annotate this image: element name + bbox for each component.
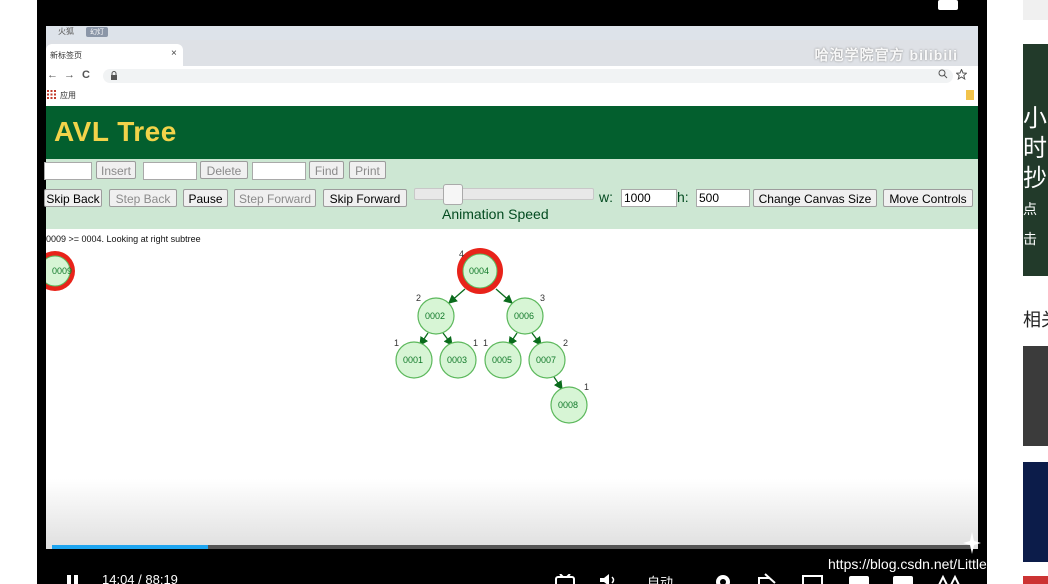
progress-fill	[52, 545, 208, 549]
folder-icon[interactable]	[966, 90, 974, 100]
controls-panel: Insert Delete Find Print Skip Back Step …	[44, 159, 978, 229]
pip-icon[interactable]	[802, 573, 824, 584]
edge-0004-0002	[448, 288, 466, 304]
sparkle-icon	[963, 532, 981, 554]
animation-speed-slider[interactable]	[414, 184, 594, 205]
insert-button[interactable]: Insert	[96, 161, 136, 179]
change-canvas-size-button[interactable]: Change Canvas Size	[753, 189, 877, 207]
page-banner: AVL Tree	[46, 106, 978, 159]
reload-icon[interactable]: C	[82, 69, 90, 81]
node-0002-label: 0002	[425, 311, 445, 321]
find-field[interactable]	[252, 162, 306, 180]
node-0006-label: 0006	[514, 311, 534, 321]
delete-field[interactable]	[143, 162, 197, 180]
print-button[interactable]: Print	[349, 161, 386, 179]
time-display: 14:04 / 88:19	[102, 572, 178, 584]
node-0007-label: 0007	[536, 355, 556, 365]
widescreen-icon[interactable]	[848, 573, 870, 584]
zoom-icon[interactable]	[938, 69, 948, 79]
width-label: w:	[599, 189, 613, 205]
skip-back-button[interactable]: Skip Back	[44, 189, 102, 207]
node-0005-height: 1	[483, 338, 488, 348]
right-sidebar: 小 时抄 点击 相关	[987, 0, 1048, 584]
related-heading: 相关	[1023, 310, 1048, 330]
node-0003-label: 0003	[447, 355, 467, 365]
edge-0007-0008	[553, 376, 563, 391]
slider-thumb[interactable]	[443, 184, 463, 205]
node-0007-height: 2	[563, 338, 568, 348]
sidebar-banner[interactable]: 小 时抄 点击	[1023, 44, 1048, 276]
node-0008-label: 0008	[558, 400, 578, 410]
insert-field[interactable]	[44, 162, 92, 180]
edge-0004-0006	[495, 288, 513, 304]
node-0008-height: 1	[584, 382, 589, 392]
address-bar: ← → C	[46, 66, 978, 87]
comment-icon[interactable]	[937, 0, 959, 12]
bilibili-tv-icon[interactable]	[555, 574, 575, 584]
height-label: h:	[677, 189, 689, 205]
node-0005-label: 0005	[492, 355, 512, 365]
forward-icon[interactable]: →	[64, 69, 75, 81]
step-back-button[interactable]: Step Back	[109, 189, 177, 207]
find-button[interactable]: Find	[309, 161, 344, 179]
related-thumb-2[interactable]	[1023, 462, 1048, 562]
web-fullscreen-icon[interactable]	[892, 573, 914, 584]
os-tab-2[interactable]: 幻灯	[86, 27, 108, 37]
bilibili-watermark: 哈泡学院官方 bilibili	[814, 47, 958, 63]
lock-icon	[111, 71, 117, 80]
pause-icon[interactable]	[65, 575, 81, 584]
animation-canvas: 0009 >= 0004. Looking at right subtree 0	[46, 229, 978, 549]
os-tab-strip: 火狐 幻灯	[46, 26, 978, 40]
banner-text-1: 小	[1023, 105, 1047, 132]
close-tab-icon[interactable]: ×	[171, 48, 177, 59]
os-tab-1[interactable]: 火狐	[58, 26, 74, 37]
node-0006-height: 3	[540, 293, 545, 303]
move-controls-button[interactable]: Move Controls	[883, 189, 973, 207]
sidebar-top-thumb[interactable]	[1023, 0, 1048, 20]
banner-text-2: 时抄	[1023, 135, 1047, 192]
bookmarks-bar: 应用	[46, 86, 978, 106]
video-player[interactable]: 火狐 幻灯 新标签页 × 哈泡学院官方 bilibili ← → C 应用 AV…	[37, 0, 987, 584]
canvas-fade	[46, 479, 978, 549]
node-0001-height: 1	[394, 338, 399, 348]
quality-auto[interactable]: 自动	[647, 572, 673, 584]
related-thumb-1[interactable]	[1023, 346, 1048, 446]
source-watermark: https://blog.csdn.net/LittleYoY	[828, 556, 987, 572]
node-0001-label: 0001	[403, 355, 423, 365]
apps-grid-icon[interactable]	[47, 90, 56, 99]
node-0004-height: 4	[459, 249, 464, 259]
width-input[interactable]: 1000	[621, 189, 677, 207]
banner-text-3: 点击	[1023, 201, 1037, 247]
step-forward-button[interactable]: Step Forward	[234, 189, 316, 207]
star-icon[interactable]	[956, 69, 967, 80]
settings-icon[interactable]	[714, 573, 732, 584]
page-title: AVL Tree	[54, 116, 177, 147]
browser-tab-title: 新标签页	[50, 51, 82, 60]
skip-forward-button[interactable]: Skip Forward	[323, 189, 407, 207]
height-input[interactable]: 500	[696, 189, 750, 207]
page-left-margin	[0, 0, 37, 584]
share-icon[interactable]	[757, 573, 779, 584]
url-input[interactable]	[103, 69, 953, 83]
animation-speed-label: Animation Speed	[442, 206, 549, 222]
browser-tab[interactable]: 新标签页 ×	[46, 44, 183, 66]
back-icon[interactable]: ←	[47, 69, 58, 81]
node-0004-label: 0004	[469, 266, 489, 276]
volume-icon[interactable]	[599, 574, 619, 584]
pause-button[interactable]: Pause	[183, 189, 228, 207]
node-0003-height: 1	[473, 338, 478, 348]
apps-bookmark[interactable]: 应用	[60, 90, 76, 101]
fullscreen-icon[interactable]	[937, 573, 963, 584]
delete-button[interactable]: Delete	[200, 161, 248, 179]
browser-tab-bar: 新标签页 × 哈泡学院官方 bilibili	[46, 40, 978, 66]
related-thumb-3[interactable]	[1023, 576, 1048, 584]
inserting-node-label: 0009	[52, 266, 72, 276]
node-0002-height: 2	[416, 293, 421, 303]
